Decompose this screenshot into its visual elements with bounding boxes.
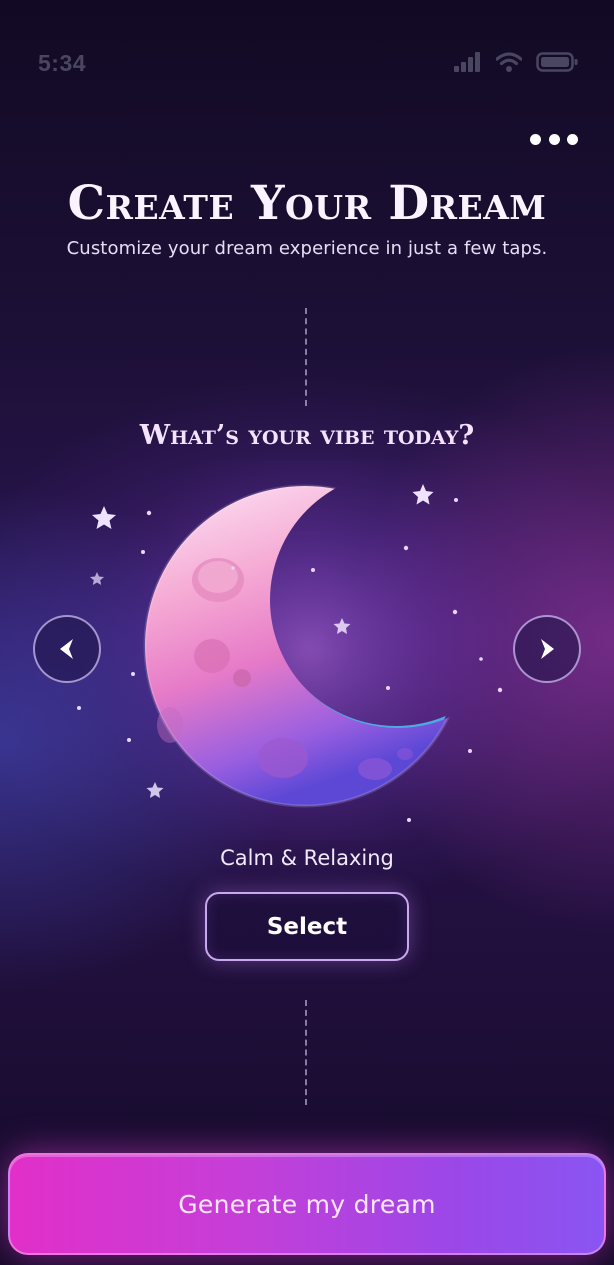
vibe-question: What’s your vibe today? bbox=[139, 420, 475, 451]
dashed-divider-bottom bbox=[305, 1000, 307, 1105]
previous-vibe-button[interactable] bbox=[33, 615, 101, 683]
generate-dream-button[interactable]: Generate my dream bbox=[8, 1153, 606, 1255]
cellular-signal-icon bbox=[454, 52, 482, 72]
chevron-left-icon bbox=[60, 639, 73, 659]
wifi-icon bbox=[496, 52, 522, 72]
more-horizontal-icon-dot bbox=[567, 133, 578, 145]
page-title: Create Your Dream bbox=[67, 176, 547, 231]
status-icons bbox=[454, 52, 578, 72]
vibe-label: Calm & Relaxing bbox=[220, 846, 394, 870]
next-vibe-button[interactable] bbox=[513, 615, 581, 683]
vibe-carousel bbox=[0, 460, 614, 840]
more-horizontal-icon-dot bbox=[548, 133, 560, 145]
battery-icon bbox=[536, 52, 578, 72]
more-horizontal-icon-dot bbox=[530, 133, 541, 145]
chevron-right-icon bbox=[541, 639, 554, 659]
status-time: 5:34 bbox=[38, 50, 87, 76]
select-vibe-button[interactable]: Select bbox=[205, 892, 409, 961]
more-options-button[interactable] bbox=[530, 128, 578, 150]
status-bar: 5:34 bbox=[0, 0, 614, 120]
page-subtitle: Customize your dream experience in just … bbox=[66, 238, 548, 259]
dashed-divider-top bbox=[305, 308, 307, 406]
